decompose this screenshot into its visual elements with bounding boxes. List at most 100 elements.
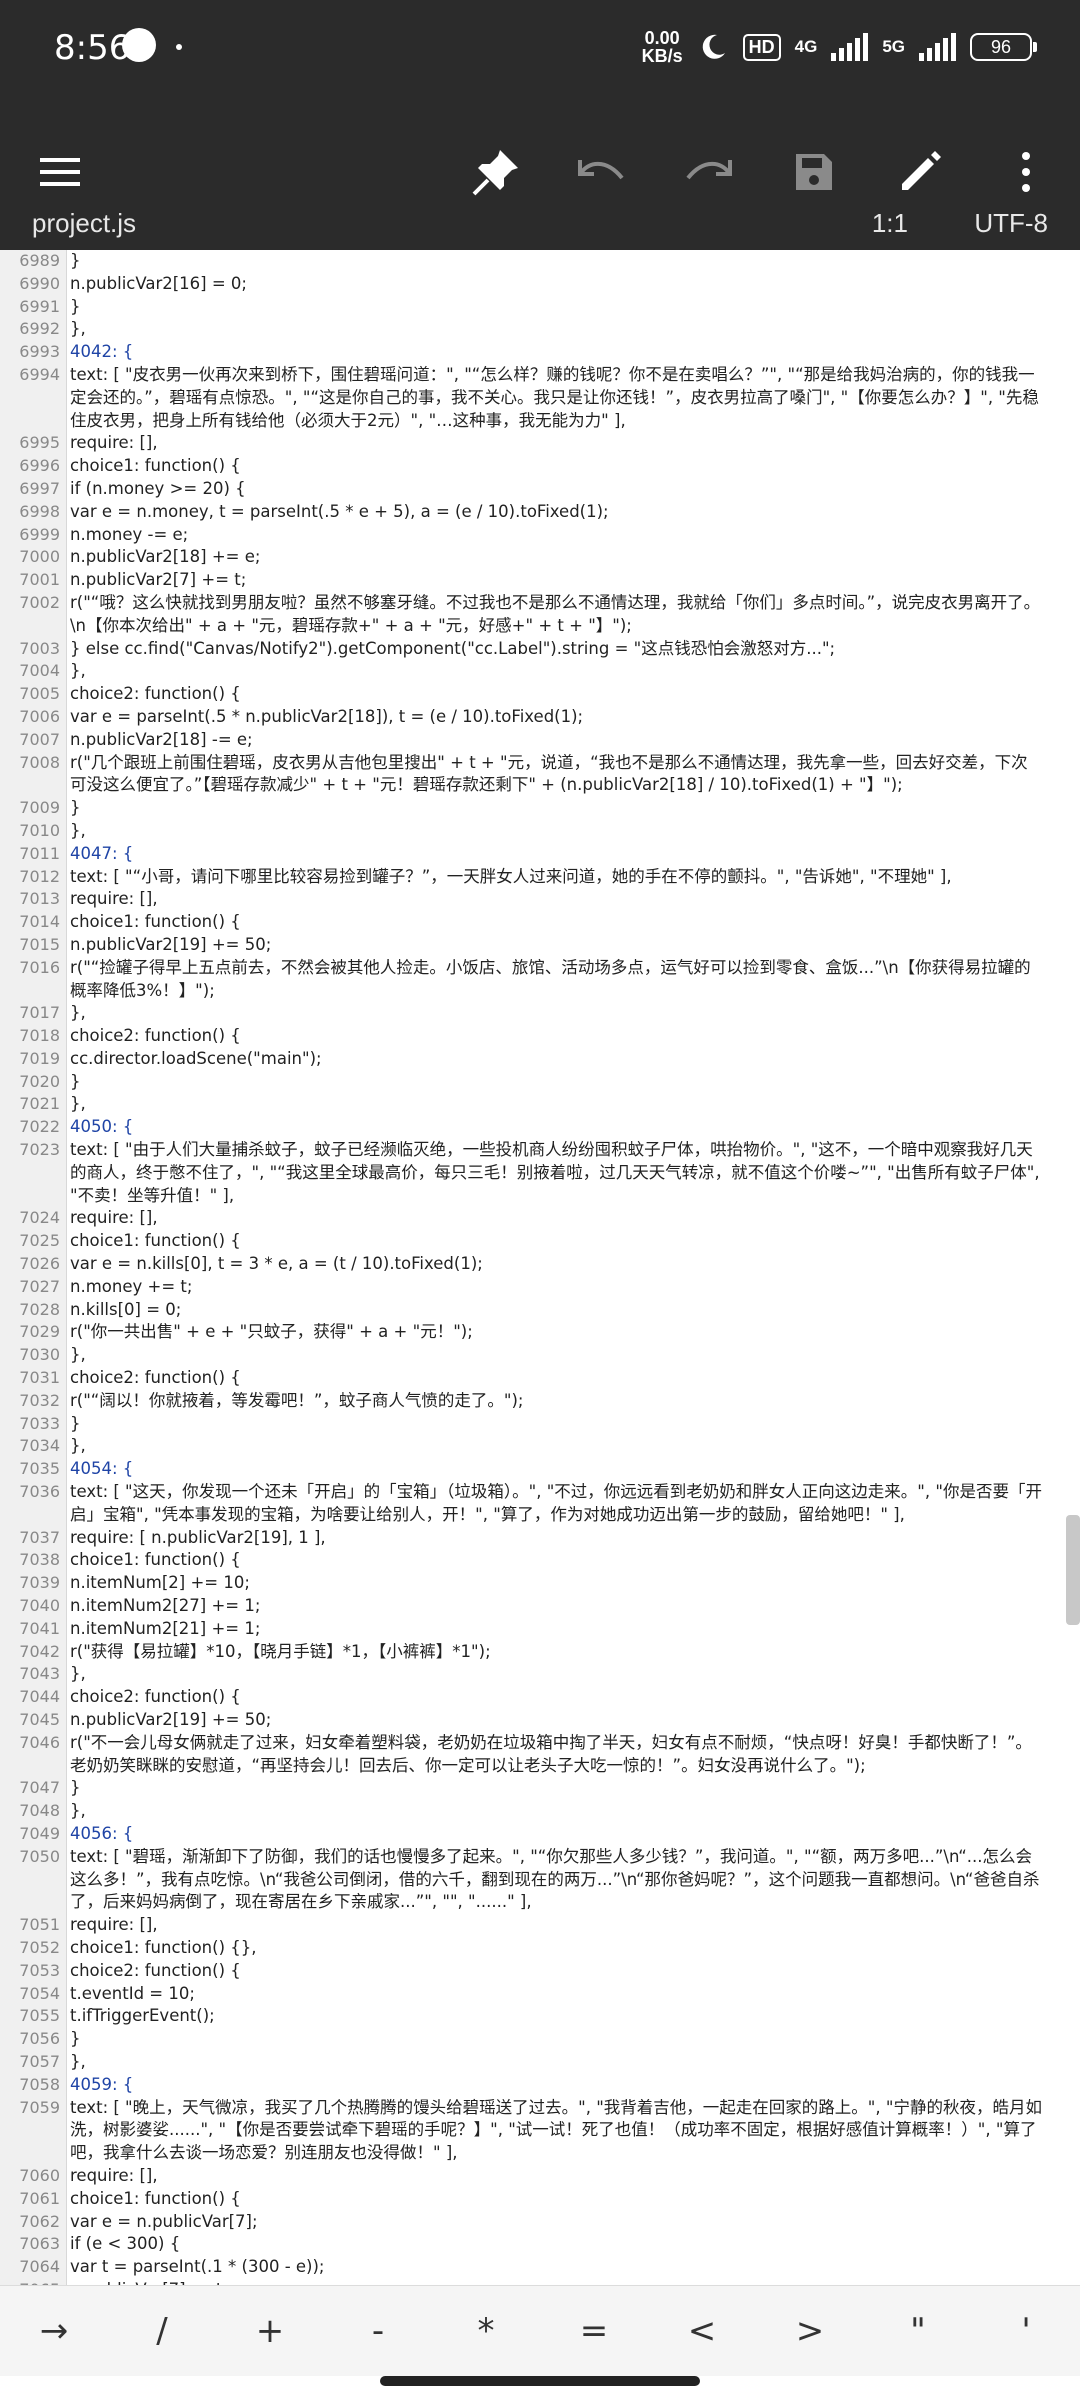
code-line[interactable]: 6997 if (n.money >= 20) {: [0, 478, 1060, 501]
code-line[interactable]: 7021},: [0, 1093, 1060, 1116]
code-line[interactable]: 7022 4050: {: [0, 1116, 1060, 1139]
symbol-key[interactable]: =: [540, 2286, 648, 2376]
code-line[interactable]: 7007 n.publicVar2[18] -= e;: [0, 729, 1060, 752]
code-line[interactable]: 7062 var e = n.publicVar[7];: [0, 2211, 1060, 2234]
code-line[interactable]: 7048},: [0, 1800, 1060, 1823]
code-line[interactable]: 7055 t.ifTriggerEvent();: [0, 2005, 1060, 2028]
file-encoding[interactable]: UTF-8: [974, 208, 1048, 239]
symbol-key[interactable]: ': [972, 2286, 1080, 2376]
code-line[interactable]: 7049 4056: {: [0, 1823, 1060, 1846]
symbol-key[interactable]: /: [108, 2286, 216, 2376]
code-line[interactable]: 7051 require: [],: [0, 1914, 1060, 1937]
code-line[interactable]: 7042 r("获得【易拉罐】*10，【晓月手链】*1，【小裤裤】*1");: [0, 1641, 1060, 1664]
undo-button[interactable]: [566, 136, 638, 208]
redo-button[interactable]: [672, 136, 744, 208]
menu-button[interactable]: [24, 136, 96, 208]
code-line[interactable]: 6999 n.money -= e;: [0, 524, 1060, 547]
code-line[interactable]: 7013 require: [],: [0, 888, 1060, 911]
symbol-key[interactable]: +: [216, 2286, 324, 2376]
code-line[interactable]: 7052 choice1: function() {},: [0, 1937, 1060, 1960]
file-name-tab[interactable]: project.js: [32, 208, 136, 239]
code-line[interactable]: 7028 n.kills[0] = 0;: [0, 1299, 1060, 1322]
code-line[interactable]: 6993 4042: {: [0, 341, 1060, 364]
code-line[interactable]: 7047}: [0, 1777, 1060, 1800]
code-line[interactable]: 7053 choice2: function() {: [0, 1960, 1060, 1983]
code-line[interactable]: 7057},: [0, 2051, 1060, 2074]
code-line[interactable]: 7023 text: [ "由于人们大量捕杀蚊子，蚊子已经濒临灭绝，一些投机商人纷…: [0, 1139, 1060, 1207]
scrollbar-thumb[interactable]: [1066, 1515, 1080, 1625]
code-line[interactable]: 7036 text: [ "这天，你发现一个还未「开启」的「宝箱」（垃圾箱）。",…: [0, 1481, 1060, 1527]
code-line[interactable]: 7010},: [0, 820, 1060, 843]
code-line[interactable]: 7000 n.publicVar2[18] += e;: [0, 546, 1060, 569]
line-number: 7023: [19, 1140, 60, 1160]
code-line[interactable]: 7043},: [0, 1663, 1060, 1686]
code-line[interactable]: 7024 require: [],: [0, 1207, 1060, 1230]
code-line[interactable]: 7030},: [0, 1344, 1060, 1367]
code-line[interactable]: 7041 n.itemNum2[21] += 1;: [0, 1618, 1060, 1641]
symbol-key[interactable]: ": [864, 2286, 972, 2376]
code-line[interactable]: 7020}: [0, 1071, 1060, 1094]
gesture-nav-bar[interactable]: [380, 2376, 700, 2386]
code-line[interactable]: 7034},: [0, 1435, 1060, 1458]
code-line[interactable]: 6989}: [0, 250, 1060, 273]
code-line[interactable]: 7058 4059: {: [0, 2074, 1060, 2097]
code-line[interactable]: 7003} else cc.find("Canvas/Notify2").get…: [0, 638, 1060, 661]
code-line[interactable]: 7001 n.publicVar2[7] += t;: [0, 569, 1060, 592]
code-line[interactable]: 7060 require: [],: [0, 2165, 1060, 2188]
code-line[interactable]: 7059 text: [ "晚上，天气微凉，我买了几个热腾腾的馒头给碧瑶送了过去。…: [0, 2097, 1060, 2165]
code-line[interactable]: 7044 choice2: function() {: [0, 1686, 1060, 1709]
code-line[interactable]: 7040 n.itemNum2[27] += 1;: [0, 1595, 1060, 1618]
code-line[interactable]: 7011 4047: {: [0, 843, 1060, 866]
code-line[interactable]: 6990 n.publicVar2[16] = 0;: [0, 273, 1060, 296]
code-line[interactable]: 6994 text: [ "皮衣男一伙再次来到桥下，围住碧瑶问道：", "“怎么样…: [0, 364, 1060, 432]
code-line[interactable]: 7019 cc.director.loadScene("main");: [0, 1048, 1060, 1071]
code-line[interactable]: 7002 r("“哦？这么快就找到男朋友啦？虽然不够塞牙缝。不过我也不是那么不通情…: [0, 592, 1060, 638]
code-line[interactable]: 7016 r("“捡罐子得早上五点前去，不然会被其他人捡走。小饭店、旅馆、活动场多…: [0, 957, 1060, 1003]
code-line[interactable]: 7017},: [0, 1002, 1060, 1025]
code-line[interactable]: 7032 r("“阔以！你就掖着，等发霉吧！”，蚊子商人气愤的走了。");: [0, 1390, 1060, 1413]
code-line[interactable]: 6998 var e = n.money, t = parseInt(.5 * e…: [0, 501, 1060, 524]
code-line[interactable]: 7012 text: [ "“小哥，请问下哪里比较容易捡到罐子？”，一天胖女人过来…: [0, 866, 1060, 889]
symbol-key[interactable]: →: [0, 2286, 108, 2376]
code-line[interactable]: 7050 text: [ "碧瑶，渐渐卸下了防御，我们的话也慢慢多了起来。", "…: [0, 1846, 1060, 1914]
edit-button[interactable]: [884, 136, 956, 208]
code-line[interactable]: 7038 choice1: function() {: [0, 1549, 1060, 1572]
pin-button[interactable]: [460, 136, 532, 208]
code-line[interactable]: 7005 choice2: function() {: [0, 683, 1060, 706]
code-line[interactable]: 7029 r("你一共出售" + e + "只蚊子，获得" + a + "元！")…: [0, 1321, 1060, 1344]
code-line[interactable]: 7033}: [0, 1413, 1060, 1436]
code-line[interactable]: 7045 n.publicVar2[19] += 50;: [0, 1709, 1060, 1732]
code-line[interactable]: 7056}: [0, 2028, 1060, 2051]
code-line[interactable]: 7014 choice1: function() {: [0, 911, 1060, 934]
code-line[interactable]: 7009}: [0, 797, 1060, 820]
code-line[interactable]: 6996 choice1: function() {: [0, 455, 1060, 478]
code-line[interactable]: 7064 var t = parseInt(.1 * (300 - e));: [0, 2256, 1060, 2279]
code-line[interactable]: 7061 choice1: function() {: [0, 2188, 1060, 2211]
code-line[interactable]: 7006 var e = parseInt(.5 * n.publicVar2[1…: [0, 706, 1060, 729]
code-line[interactable]: 7035 4054: {: [0, 1458, 1060, 1481]
code-line[interactable]: 7026 var e = n.kills[0], t = 3 * e, a = (…: [0, 1253, 1060, 1276]
code-line[interactable]: 7004},: [0, 660, 1060, 683]
symbol-key[interactable]: *: [432, 2286, 540, 2376]
code-line[interactable]: 7018 choice2: function() {: [0, 1025, 1060, 1048]
code-line[interactable]: 7031 choice2: function() {: [0, 1367, 1060, 1390]
code-line[interactable]: 6991}: [0, 296, 1060, 319]
symbol-key[interactable]: >: [756, 2286, 864, 2376]
symbol-key[interactable]: <: [648, 2286, 756, 2376]
code-line[interactable]: 7008 r("几个跟班上前围住碧瑶，皮衣男从吉他包里搜出" + t + "元，说…: [0, 752, 1060, 798]
more-options-button[interactable]: [990, 136, 1062, 208]
code-line[interactable]: 7054 t.eventId = 10;: [0, 1983, 1060, 2006]
code-editor[interactable]: 6989} 6990 n.publicVar2[16] = 0; 6991} 6992}…: [0, 250, 1080, 2285]
code-line[interactable]: 6992},: [0, 318, 1060, 341]
code-line[interactable]: 7025 choice1: function() {: [0, 1230, 1060, 1253]
save-button[interactable]: [778, 136, 850, 208]
symbol-key[interactable]: -: [324, 2286, 432, 2376]
code-line[interactable]: 7037 require: [ n.publicVar2[19], 1 ],: [0, 1527, 1060, 1550]
code-content[interactable]: 6989} 6990 n.publicVar2[16] = 0; 6991} 6992}…: [0, 250, 1060, 2285]
code-line[interactable]: 7063 if (e < 300) {: [0, 2233, 1060, 2256]
code-line[interactable]: 7015 n.publicVar2[19] += 50;: [0, 934, 1060, 957]
code-line[interactable]: 6995 require: [],: [0, 432, 1060, 455]
code-line[interactable]: 7039 n.itemNum[2] += 10;: [0, 1572, 1060, 1595]
code-line[interactable]: 7046 r("不一会儿母女俩就走了过来，妇女牵着塑料袋，老奶奶在垃圾箱中掏了半天…: [0, 1732, 1060, 1778]
code-line[interactable]: 7027 n.money += t;: [0, 1276, 1060, 1299]
